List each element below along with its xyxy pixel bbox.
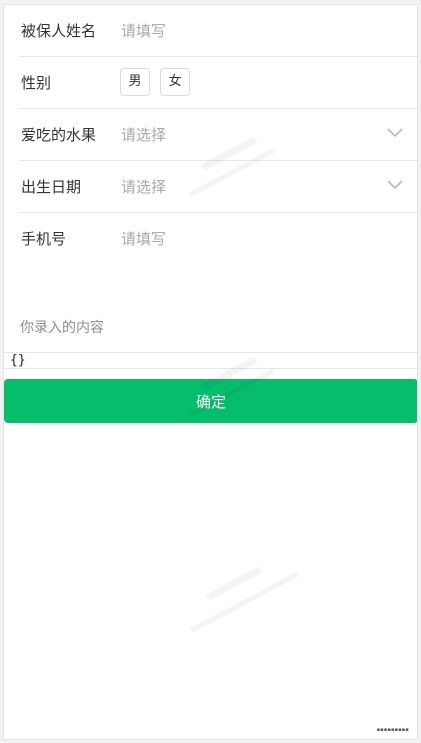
birthday-label: 出生日期: [21, 178, 82, 196]
gender-option-female[interactable]: 女: [160, 68, 191, 96]
chevron-down-icon[interactable]: [387, 179, 403, 191]
gender-row: 性别 男 女: [19, 57, 417, 109]
name-input[interactable]: 请填写: [121, 5, 166, 57]
entered-content-label: 你录入的内容: [20, 320, 104, 336]
gender-label: 性别: [21, 74, 52, 92]
birthday-select[interactable]: 请选择: [121, 161, 166, 213]
fruit-row[interactable]: 爱吃的水果 请选择: [19, 109, 417, 161]
birthday-row[interactable]: 出生日期 请选择: [19, 161, 417, 213]
fruit-select[interactable]: 请选择: [121, 109, 166, 161]
phone-row[interactable]: 手机号 请填写: [19, 213, 417, 265]
phone-input[interactable]: 请填写: [121, 213, 166, 265]
insured-form: 被保人姓名 请填写 性别 男 女 爱吃的水果 请选择 出生日期 请选择 手机号 …: [4, 5, 417, 265]
confirm-button[interactable]: 确定: [4, 379, 417, 423]
name-row[interactable]: 被保人姓名 请填写: [19, 5, 417, 57]
gender-options: 男 女: [120, 68, 195, 96]
page-frame: 被保人姓名 请填写 性别 男 女 爱吃的水果 请选择 出生日期 请选择 手机号 …: [3, 4, 418, 740]
entered-content-box: {}: [4, 352, 417, 369]
corner-mark: ▪▪▪▪▪▪▪▪▪: [376, 727, 409, 733]
gender-option-male[interactable]: 男: [120, 68, 150, 96]
entered-content-value: {}: [10, 353, 26, 368]
chevron-down-icon[interactable]: [387, 127, 403, 139]
name-label: 被保人姓名: [21, 22, 97, 40]
fruit-label: 爱吃的水果: [21, 126, 97, 144]
phone-label: 手机号: [21, 230, 67, 248]
